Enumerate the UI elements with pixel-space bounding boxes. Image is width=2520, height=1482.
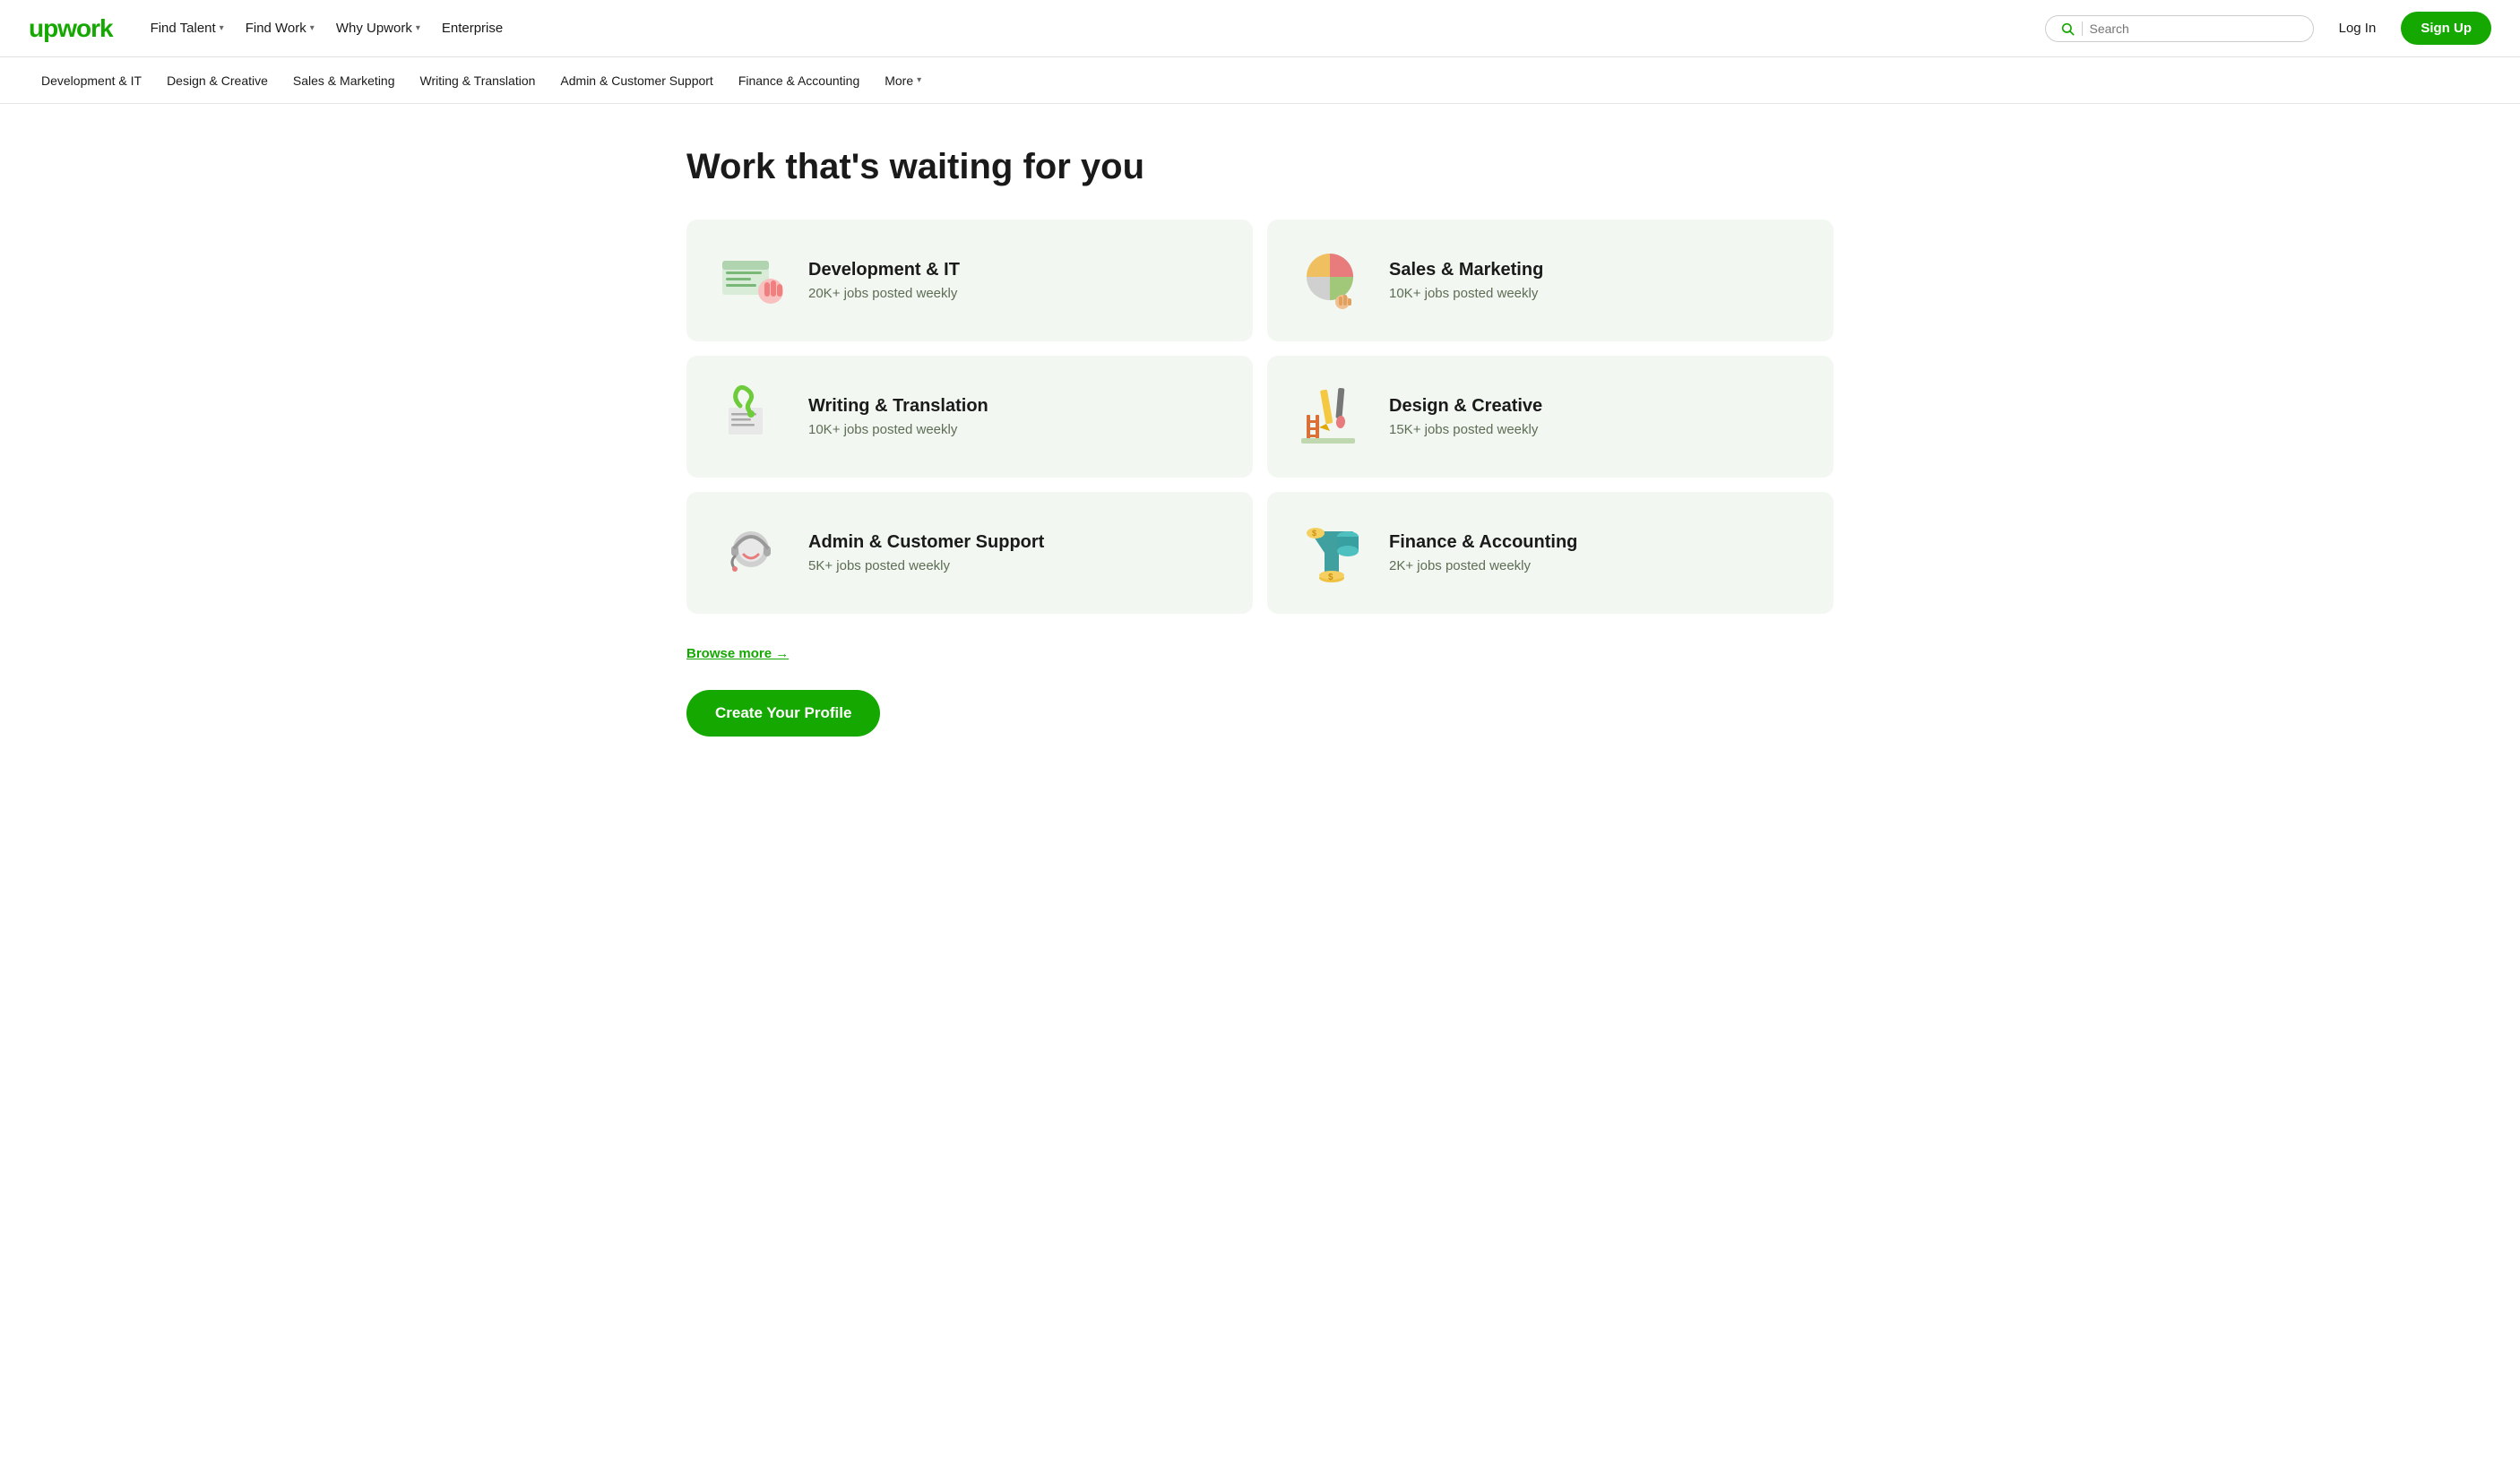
category-name: Admin & Customer Support — [808, 532, 1044, 553]
design-icon — [1296, 381, 1368, 452]
search-divider — [2082, 22, 2083, 36]
category-info-sales: Sales & Marketing 10K+ jobs posted weekl… — [1389, 260, 1543, 301]
category-jobs: 10K+ jobs posted weekly — [1389, 286, 1543, 301]
subnav-finance[interactable]: Finance & Accounting — [726, 57, 872, 103]
chevron-down-icon: ▾ — [220, 23, 224, 33]
header-right: Log In Sign Up — [2045, 12, 2491, 45]
chevron-down-icon: ▾ — [310, 23, 315, 33]
category-jobs: 15K+ jobs posted weekly — [1389, 422, 1542, 437]
category-card-finance[interactable]: $ $ Finance & Accounting 2K+ jobs posted… — [1267, 492, 1834, 614]
category-name: Sales & Marketing — [1389, 260, 1543, 280]
category-card-admin[interactable]: Admin & Customer Support 5K+ jobs posted… — [686, 492, 1253, 614]
category-card-sales[interactable]: Sales & Marketing 10K+ jobs posted weekl… — [1267, 220, 1834, 341]
sales-icon — [1296, 245, 1368, 316]
nav-find-work[interactable]: Find Work ▾ — [237, 13, 324, 43]
category-jobs: 10K+ jobs posted weekly — [808, 422, 988, 437]
category-name: Finance & Accounting — [1389, 532, 1577, 553]
search-bar[interactable] — [2045, 15, 2314, 42]
subnav-more[interactable]: More ▾ — [872, 57, 934, 103]
category-jobs: 20K+ jobs posted weekly — [808, 286, 960, 301]
category-info-admin: Admin & Customer Support 5K+ jobs posted… — [808, 532, 1044, 573]
login-button[interactable]: Log In — [2328, 13, 2387, 43]
category-card-design[interactable]: Design & Creative 15K+ jobs posted weekl… — [1267, 356, 1834, 478]
sub-nav: Development & IT Design & Creative Sales… — [0, 57, 2520, 104]
subnav-sales[interactable]: Sales & Marketing — [280, 57, 408, 103]
category-grid: Development & IT 20K+ jobs posted weekly — [686, 220, 1834, 614]
nav-why-upwork[interactable]: Why Upwork ▾ — [327, 13, 429, 43]
search-input[interactable] — [2089, 22, 2298, 36]
category-jobs: 2K+ jobs posted weekly — [1389, 558, 1577, 573]
main-nav: Find Talent ▾ Find Work ▾ Why Upwork ▾ E… — [142, 13, 2024, 43]
category-info-design: Design & Creative 15K+ jobs posted weekl… — [1389, 396, 1542, 437]
category-card-dev[interactable]: Development & IT 20K+ jobs posted weekly — [686, 220, 1253, 341]
create-profile-button[interactable]: Create Your Profile — [686, 690, 880, 737]
category-jobs: 5K+ jobs posted weekly — [808, 558, 1044, 573]
admin-icon — [715, 517, 787, 589]
finance-icon: $ $ — [1296, 517, 1368, 589]
nav-enterprise[interactable]: Enterprise — [433, 13, 512, 43]
chevron-down-icon: ▾ — [917, 75, 921, 85]
category-info-writing: Writing & Translation 10K+ jobs posted w… — [808, 396, 988, 437]
nav-find-talent[interactable]: Find Talent ▾ — [142, 13, 233, 43]
category-card-writing[interactable]: Writing & Translation 10K+ jobs posted w… — [686, 356, 1253, 478]
subnav-dev-it[interactable]: Development & IT — [29, 57, 154, 103]
logo[interactable]: upwork — [29, 14, 113, 43]
signup-button[interactable]: Sign Up — [2401, 12, 2491, 45]
subnav-design[interactable]: Design & Creative — [154, 57, 280, 103]
category-info-finance: Finance & Accounting 2K+ jobs posted wee… — [1389, 532, 1577, 573]
category-info-dev: Development & IT 20K+ jobs posted weekly — [808, 260, 960, 301]
page-title: Work that's waiting for you — [686, 147, 1834, 187]
category-name: Development & IT — [808, 260, 960, 280]
header: upwork Find Talent ▾ Find Work ▾ Why Upw… — [0, 0, 2520, 57]
svg-text:$: $ — [1328, 573, 1333, 582]
category-name: Writing & Translation — [808, 396, 988, 417]
dev-icon — [715, 245, 787, 316]
browse-more-link[interactable]: Browse more → — [686, 646, 1834, 661]
subnav-writing[interactable]: Writing & Translation — [408, 57, 548, 103]
subnav-admin[interactable]: Admin & Customer Support — [548, 57, 725, 103]
main-content: Work that's waiting for you — [615, 104, 1905, 790]
logo-text: upwork — [29, 14, 113, 43]
category-name: Design & Creative — [1389, 396, 1542, 417]
chevron-down-icon: ▾ — [416, 23, 420, 33]
writing-icon — [715, 381, 787, 452]
search-icon — [2060, 22, 2075, 36]
svg-text:$: $ — [1312, 529, 1316, 538]
